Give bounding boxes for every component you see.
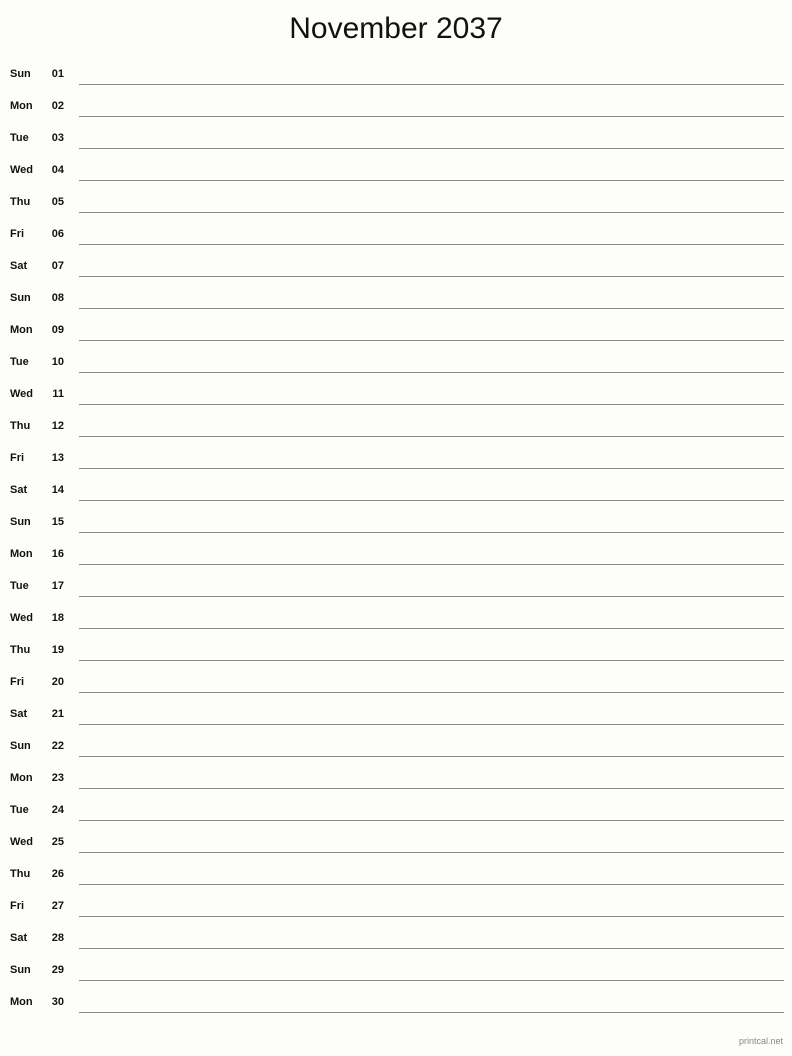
calendar-day-row: Tue 03	[0, 125, 792, 157]
day-number: 09	[51, 324, 64, 336]
day-number: 03	[51, 132, 64, 144]
calendar-day-row: Sun 22	[0, 733, 792, 765]
day-number: 11	[52, 388, 64, 400]
day-number: 29	[51, 964, 64, 976]
page-title: November 2037	[289, 12, 503, 45]
note-write-line[interactable]	[79, 276, 784, 277]
note-write-line[interactable]	[79, 212, 784, 213]
note-write-line[interactable]	[79, 948, 784, 949]
footer-credit: printcal.net	[738, 1036, 783, 1046]
day-number: 24	[51, 804, 64, 816]
note-write-line[interactable]	[79, 916, 784, 917]
calendar-day-row: Sat 21	[0, 701, 792, 733]
note-write-line[interactable]	[79, 980, 784, 981]
note-write-line[interactable]	[79, 596, 784, 597]
note-write-line[interactable]	[79, 884, 784, 885]
note-write-line[interactable]	[79, 756, 784, 757]
note-write-line[interactable]	[79, 372, 784, 373]
note-write-line[interactable]	[79, 1012, 784, 1013]
day-number: 18	[51, 612, 64, 624]
note-write-line[interactable]	[79, 532, 784, 533]
day-number: 20	[51, 676, 64, 688]
day-number: 28	[51, 932, 64, 944]
note-write-line[interactable]	[79, 628, 784, 629]
calendar-day-row: Fri 27	[0, 893, 792, 925]
day-number: 05	[51, 196, 64, 208]
calendar-day-row: Mon 02	[0, 93, 792, 125]
calendar-day-row: Thu 26	[0, 861, 792, 893]
calendar-day-row: Sat 07	[0, 253, 792, 285]
day-number: 14	[51, 484, 64, 496]
calendar-day-row: Sun 08	[0, 285, 792, 317]
calendar-day-row: Fri 20	[0, 669, 792, 701]
note-write-line[interactable]	[79, 468, 784, 469]
day-number: 19	[51, 644, 64, 656]
calendar-day-row: Thu 05	[0, 189, 792, 221]
day-number: 07	[51, 260, 64, 272]
note-write-line[interactable]	[79, 244, 784, 245]
day-number: 06	[51, 228, 64, 240]
note-write-line[interactable]	[79, 180, 784, 181]
note-write-line[interactable]	[79, 308, 784, 309]
calendar-page: November 2037 Sun 01 Mon 02 Tue 03 Wed 04 Thu 05 F…	[0, 0, 792, 1056]
calendar-day-row: Fri 13	[0, 445, 792, 477]
note-write-line[interactable]	[79, 340, 784, 341]
calendar-day-row: Wed 25	[0, 829, 792, 861]
note-write-line[interactable]	[79, 820, 784, 821]
note-write-line[interactable]	[79, 500, 784, 501]
calendar-day-row: Thu 12	[0, 413, 792, 445]
calendar-day-rows: Sun 01 Mon 02 Tue 03 Wed 04 Thu 05 Fri 06 Sat 07 Sun 08…	[0, 61, 792, 1021]
calendar-day-row: Fri 06	[0, 221, 792, 253]
note-write-line[interactable]	[79, 852, 784, 853]
calendar-day-row: Sun 29	[0, 957, 792, 989]
calendar-day-row: Sun 15	[0, 509, 792, 541]
day-number: 01	[51, 68, 64, 80]
calendar-day-row: Sun 01	[0, 61, 792, 93]
calendar-day-row: Mon 09	[0, 317, 792, 349]
day-number: 25	[51, 836, 64, 848]
note-write-line[interactable]	[79, 84, 784, 85]
calendar-day-row: Sat 28	[0, 925, 792, 957]
day-number: 17	[51, 580, 64, 592]
note-write-line[interactable]	[79, 788, 784, 789]
note-write-line[interactable]	[79, 404, 784, 405]
calendar-day-row: Wed 11	[0, 381, 792, 413]
note-write-line[interactable]	[79, 692, 784, 693]
calendar-day-row: Tue 17	[0, 573, 792, 605]
calendar-day-row: Wed 04	[0, 157, 792, 189]
note-write-line[interactable]	[79, 660, 784, 661]
day-number: 30	[51, 996, 64, 1008]
calendar-day-row: Mon 23	[0, 765, 792, 797]
calendar-day-row: Mon 30	[0, 989, 792, 1021]
note-write-line[interactable]	[79, 724, 784, 725]
day-number: 02	[51, 100, 64, 112]
day-number: 08	[51, 292, 64, 304]
day-number: 13	[51, 452, 64, 464]
note-write-line[interactable]	[79, 436, 784, 437]
day-number: 12	[51, 420, 64, 432]
note-write-line[interactable]	[79, 148, 784, 149]
day-number: 10	[51, 356, 64, 368]
calendar-day-row: Sat 14	[0, 477, 792, 509]
calendar-day-row: Thu 19	[0, 637, 792, 669]
calendar-day-row: Mon 16	[0, 541, 792, 573]
note-write-line[interactable]	[79, 564, 784, 565]
calendar-day-row: Tue 24	[0, 797, 792, 829]
day-number: 22	[51, 740, 64, 752]
note-write-line[interactable]	[79, 116, 784, 117]
day-number: 15	[51, 516, 64, 528]
day-number: 04	[51, 164, 64, 176]
calendar-day-row: Tue 10	[0, 349, 792, 381]
day-number: 21	[51, 708, 64, 720]
day-number: 27	[51, 900, 64, 912]
day-number: 23	[51, 772, 64, 784]
day-number: 26	[51, 868, 64, 880]
day-number: 16	[51, 548, 64, 560]
calendar-day-row: Wed 18	[0, 605, 792, 637]
